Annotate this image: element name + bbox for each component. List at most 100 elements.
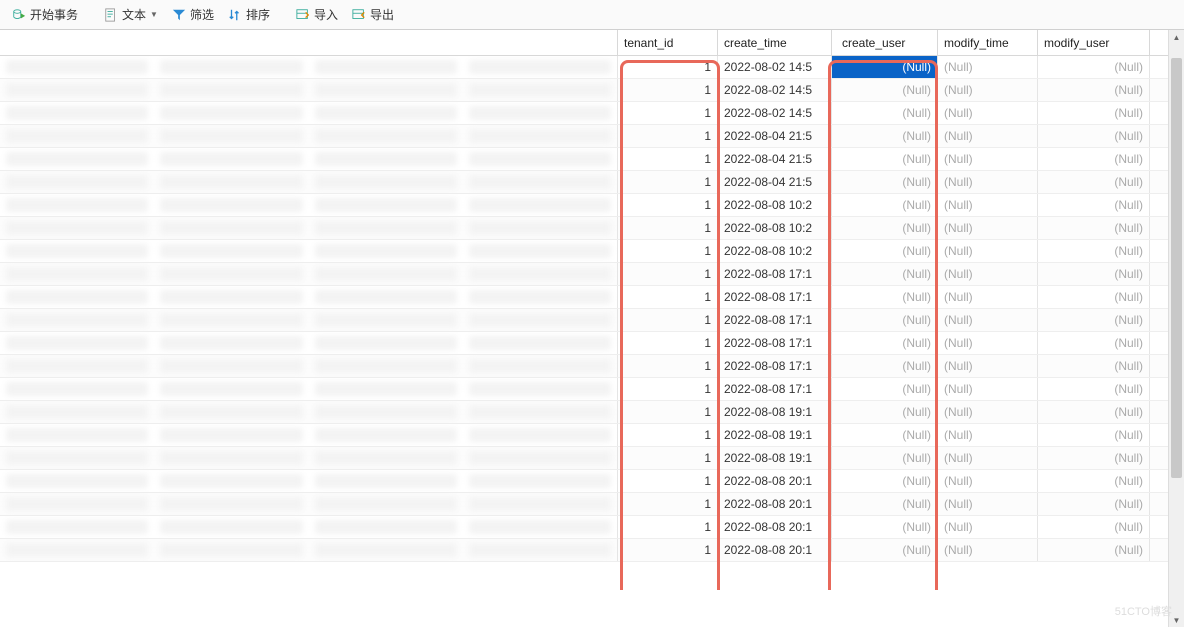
cell-create-time[interactable]: 2022-08-08 20:1 xyxy=(718,539,832,561)
table-row[interactable]: 12022-08-08 17:1(Null)(Null)(Null) xyxy=(0,378,1184,401)
cell-modify-time[interactable]: (Null) xyxy=(938,424,1038,446)
cell-tenant-id[interactable]: 1 xyxy=(618,286,718,308)
cell-modify-user[interactable]: (Null) xyxy=(1038,355,1150,377)
cell-create-time[interactable]: 2022-08-08 19:1 xyxy=(718,447,832,469)
cell-modify-time[interactable]: (Null) xyxy=(938,194,1038,216)
cell-tenant-id[interactable]: 1 xyxy=(618,355,718,377)
col-header-create-time[interactable]: create_time xyxy=(718,30,832,55)
sort-button[interactable]: 排序 xyxy=(222,3,276,26)
table-row[interactable]: 12022-08-08 20:1(Null)(Null)(Null) xyxy=(0,470,1184,493)
table-row[interactable]: 12022-08-08 20:1(Null)(Null)(Null) xyxy=(0,493,1184,516)
table-row[interactable]: 12022-08-08 17:1(Null)(Null)(Null) xyxy=(0,286,1184,309)
cell-modify-time[interactable]: (Null) xyxy=(938,240,1038,262)
table-row[interactable]: 12022-08-08 17:1(Null)(Null)(Null) xyxy=(0,309,1184,332)
cell-modify-time[interactable]: (Null) xyxy=(938,102,1038,124)
cell-create-time[interactable]: 2022-08-04 21:5 xyxy=(718,171,832,193)
table-row[interactable]: 12022-08-02 14:5(Null)(Null)(Null) xyxy=(0,79,1184,102)
cell-tenant-id[interactable]: 1 xyxy=(618,401,718,423)
vertical-scrollbar[interactable]: ▲ ▼ xyxy=(1168,30,1184,627)
col-header-modify-time[interactable]: modify_time xyxy=(938,30,1038,55)
table-row[interactable]: 12022-08-04 21:5(Null)(Null)(Null) xyxy=(0,148,1184,171)
cell-modify-user[interactable]: (Null) xyxy=(1038,447,1150,469)
cell-create-time[interactable]: 2022-08-08 17:1 xyxy=(718,309,832,331)
export-button[interactable]: 导出 xyxy=(346,3,400,26)
begin-transaction-button[interactable]: 开始事务 xyxy=(6,3,84,26)
col-header-modify-user[interactable]: modify_user xyxy=(1038,30,1150,55)
cell-modify-time[interactable]: (Null) xyxy=(938,171,1038,193)
cell-create-user[interactable]: (Null) xyxy=(832,355,938,377)
table-row[interactable]: 12022-08-02 14:5(Null)(Null)(Null) xyxy=(0,56,1184,79)
cell-create-user[interactable]: (Null) xyxy=(832,286,938,308)
cell-create-user[interactable]: (Null) xyxy=(832,125,938,147)
cell-create-user[interactable]: (Null) xyxy=(832,217,938,239)
cell-modify-time[interactable]: (Null) xyxy=(938,148,1038,170)
cell-modify-user[interactable]: (Null) xyxy=(1038,79,1150,101)
cell-tenant-id[interactable]: 1 xyxy=(618,125,718,147)
cell-create-user[interactable]: (Null) xyxy=(832,102,938,124)
cell-tenant-id[interactable]: 1 xyxy=(618,217,718,239)
table-row[interactable]: 12022-08-04 21:5(Null)(Null)(Null) xyxy=(0,125,1184,148)
cell-modify-user[interactable]: (Null) xyxy=(1038,378,1150,400)
cell-tenant-id[interactable]: 1 xyxy=(618,424,718,446)
cell-create-time[interactable]: 2022-08-02 14:5 xyxy=(718,102,832,124)
scroll-up-arrow-icon[interactable]: ▲ xyxy=(1169,30,1184,44)
cell-modify-time[interactable]: (Null) xyxy=(938,539,1038,561)
cell-modify-time[interactable]: (Null) xyxy=(938,401,1038,423)
cell-modify-user[interactable]: (Null) xyxy=(1038,125,1150,147)
table-row[interactable]: 12022-08-08 19:1(Null)(Null)(Null) xyxy=(0,401,1184,424)
cell-modify-time[interactable]: (Null) xyxy=(938,56,1038,78)
cell-create-user[interactable]: (Null) xyxy=(832,401,938,423)
table-row[interactable]: 12022-08-08 10:2(Null)(Null)(Null) xyxy=(0,240,1184,263)
cell-modify-user[interactable]: (Null) xyxy=(1038,171,1150,193)
cell-modify-time[interactable]: (Null) xyxy=(938,493,1038,515)
cell-tenant-id[interactable]: 1 xyxy=(618,470,718,492)
cell-tenant-id[interactable]: 1 xyxy=(618,148,718,170)
cell-create-user[interactable]: (Null) xyxy=(832,79,938,101)
table-row[interactable]: 12022-08-08 19:1(Null)(Null)(Null) xyxy=(0,424,1184,447)
cell-modify-user[interactable]: (Null) xyxy=(1038,263,1150,285)
cell-tenant-id[interactable]: 1 xyxy=(618,240,718,262)
cell-create-user[interactable]: (Null) xyxy=(832,56,938,78)
cell-create-time[interactable]: 2022-08-08 19:1 xyxy=(718,424,832,446)
cell-create-time[interactable]: 2022-08-08 20:1 xyxy=(718,516,832,538)
cell-modify-time[interactable]: (Null) xyxy=(938,447,1038,469)
cell-tenant-id[interactable]: 1 xyxy=(618,516,718,538)
cell-modify-time[interactable]: (Null) xyxy=(938,355,1038,377)
cell-modify-time[interactable]: (Null) xyxy=(938,125,1038,147)
cell-modify-user[interactable]: (Null) xyxy=(1038,102,1150,124)
cell-create-user[interactable]: (Null) xyxy=(832,516,938,538)
table-row[interactable]: 12022-08-08 17:1(Null)(Null)(Null) xyxy=(0,355,1184,378)
cell-create-time[interactable]: 2022-08-08 17:1 xyxy=(718,286,832,308)
cell-create-user[interactable]: (Null) xyxy=(832,332,938,354)
cell-modify-time[interactable]: (Null) xyxy=(938,309,1038,331)
cell-tenant-id[interactable]: 1 xyxy=(618,263,718,285)
cell-create-user[interactable]: (Null) xyxy=(832,447,938,469)
cell-modify-user[interactable]: (Null) xyxy=(1038,309,1150,331)
cell-tenant-id[interactable]: 1 xyxy=(618,493,718,515)
cell-modify-user[interactable]: (Null) xyxy=(1038,493,1150,515)
table-row[interactable]: 12022-08-08 20:1(Null)(Null)(Null) xyxy=(0,539,1184,562)
table-row[interactable]: 12022-08-08 17:1(Null)(Null)(Null) xyxy=(0,332,1184,355)
cell-modify-user[interactable]: (Null) xyxy=(1038,217,1150,239)
cell-modify-user[interactable]: (Null) xyxy=(1038,194,1150,216)
cell-create-time[interactable]: 2022-08-08 20:1 xyxy=(718,470,832,492)
cell-modify-time[interactable]: (Null) xyxy=(938,286,1038,308)
table-row[interactable]: 12022-08-08 10:2(Null)(Null)(Null) xyxy=(0,217,1184,240)
cell-create-user[interactable]: (Null) xyxy=(832,539,938,561)
cell-tenant-id[interactable]: 1 xyxy=(618,332,718,354)
table-row[interactable]: 12022-08-08 10:2(Null)(Null)(Null) xyxy=(0,194,1184,217)
cell-create-time[interactable]: 2022-08-02 14:5 xyxy=(718,79,832,101)
cell-create-user[interactable]: (Null) xyxy=(832,424,938,446)
cell-create-user[interactable]: (Null) xyxy=(832,378,938,400)
cell-tenant-id[interactable]: 1 xyxy=(618,539,718,561)
table-row[interactable]: 12022-08-08 20:1(Null)(Null)(Null) xyxy=(0,516,1184,539)
cell-create-user[interactable]: (Null) xyxy=(832,493,938,515)
cell-tenant-id[interactable]: 1 xyxy=(618,102,718,124)
cell-modify-user[interactable]: (Null) xyxy=(1038,286,1150,308)
cell-create-time[interactable]: 2022-08-08 19:1 xyxy=(718,401,832,423)
cell-tenant-id[interactable]: 1 xyxy=(618,171,718,193)
cell-create-user[interactable]: (Null) xyxy=(832,240,938,262)
cell-modify-time[interactable]: (Null) xyxy=(938,470,1038,492)
table-row[interactable]: 12022-08-04 21:5(Null)(Null)(Null) xyxy=(0,171,1184,194)
cell-tenant-id[interactable]: 1 xyxy=(618,194,718,216)
